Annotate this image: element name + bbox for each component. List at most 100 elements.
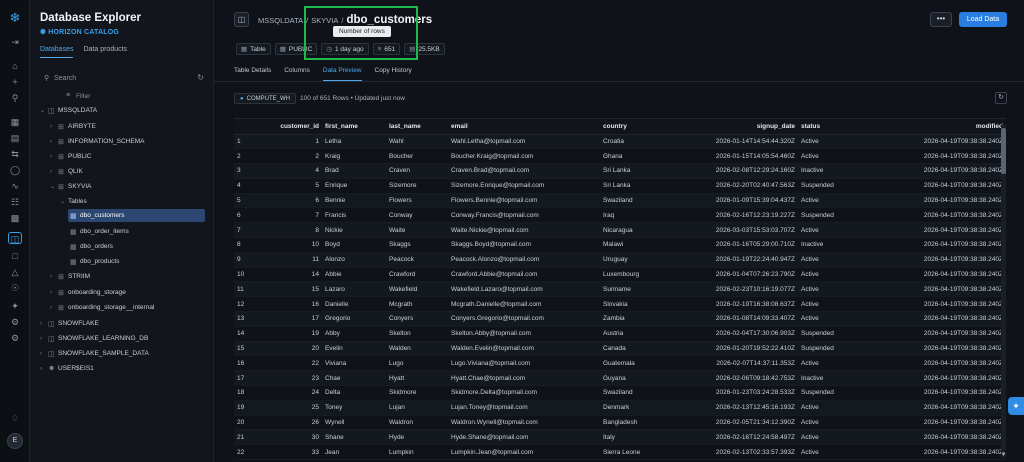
table-cell[interactable]: Active: [798, 148, 866, 165]
table-cell[interactable]: Walden.Evelin@topmail.com: [448, 341, 600, 357]
tree-item-dbo-orders[interactable]: ▦ dbo_orders: [70, 240, 113, 253]
table-cell[interactable]: Evelin: [322, 341, 386, 357]
column-header[interactable]: modified: [866, 119, 1006, 135]
table-cell[interactable]: 2026-04-19T09:38:38.240Z: [866, 178, 1006, 194]
table-cell[interactable]: 14: [270, 267, 322, 283]
table-cell[interactable]: 11: [234, 281, 270, 298]
table-cell[interactable]: Toney: [322, 400, 386, 416]
column-header[interactable]: email: [448, 119, 600, 135]
tab-columns[interactable]: Columns: [284, 67, 310, 81]
table-cell[interactable]: 2026-01-19T22:24:40.947Z: [684, 252, 798, 268]
table-cell[interactable]: Sierra Leone: [600, 444, 684, 461]
table-cell[interactable]: Hyde: [386, 429, 448, 446]
table-cell[interactable]: 16: [270, 296, 322, 313]
table-cell[interactable]: 7: [234, 222, 270, 239]
table-cell[interactable]: Viviana: [322, 355, 386, 372]
table-cell[interactable]: 2026-02-23T10:16:19.077Z: [684, 281, 798, 298]
table-cell[interactable]: 23: [270, 370, 322, 387]
table-cell[interactable]: 2026-04-19T09:38:38.240Z: [866, 326, 1006, 342]
table-cell[interactable]: Skidmore: [386, 385, 448, 401]
table-cell[interactable]: Mcgrath.Danielle@topmail.com: [448, 296, 600, 313]
table-cell[interactable]: 20: [270, 341, 322, 357]
table-cell[interactable]: Uruguay: [600, 252, 684, 268]
table-cell[interactable]: Hyatt: [386, 370, 448, 387]
load-data-button[interactable]: Load Data: [959, 12, 1007, 27]
table-cell[interactable]: Active: [798, 296, 866, 313]
table-cell[interactable]: 6: [234, 207, 270, 224]
table-row[interactable]: 15 20 Evelin Walden Walden.Evelin@topmail.co…: [234, 341, 1006, 357]
table-cell[interactable]: Suspended: [798, 326, 866, 342]
table-cell[interactable]: 2026-01-04T07:26:23.790Z: [684, 267, 798, 283]
table-cell[interactable]: 9: [234, 252, 270, 268]
ingestion-icon[interactable]: ⇆: [8, 148, 22, 160]
vertical-scrollbar[interactable]: ▼: [1001, 124, 1006, 458]
table-row[interactable]: 18 24 Delta Skidmore Skidmore.Delta@topmail.…: [234, 385, 1006, 401]
table-cell[interactable]: 2: [234, 148, 270, 165]
add-icon[interactable]: +: [8, 76, 22, 88]
table-cell[interactable]: Wahl.Letha@topmail.com: [448, 134, 600, 150]
tree-item-tables[interactable]: ⌄ Tables: [60, 195, 87, 208]
table-cell[interactable]: Active: [798, 267, 866, 283]
table-cell[interactable]: Ghana: [600, 148, 684, 165]
table-cell[interactable]: 2026-01-16T05:29:00.710Z: [684, 237, 798, 253]
table-cell[interactable]: Active: [798, 134, 866, 150]
table-cell[interactable]: Active: [798, 252, 866, 268]
notifications-icon[interactable]: ♢: [8, 412, 22, 424]
table-cell[interactable]: Danielle: [322, 296, 386, 313]
table-row[interactable]: 20 26 Wynell Waldron Waldron.Wynell@topmail.…: [234, 415, 1006, 431]
table-cell[interactable]: Chae: [322, 370, 386, 387]
table-cell[interactable]: 2026-02-16T12:23:19.227Z: [684, 207, 798, 224]
table-cell[interactable]: Crawford.Abbie@topmail.com: [448, 267, 600, 283]
tree-item-onboarding-storage[interactable]: › ⊞ onboarding_storage: [50, 286, 126, 299]
table-cell[interactable]: 2026-02-13T12:45:16.193Z: [684, 400, 798, 416]
table-row[interactable]: 21 30 Shane Hyde Hyde.Shane@topmail.com Italy…: [234, 429, 1006, 446]
table-row[interactable]: 13 17 Gregorio Conyers Conyers.Gregorio@topm…: [234, 311, 1006, 327]
table-cell[interactable]: Italy: [600, 429, 684, 446]
table-cell[interactable]: 12: [234, 296, 270, 313]
worksheets-icon[interactable]: ▤: [8, 132, 22, 144]
table-cell[interactable]: 2026-04-19T09:38:38.240Z: [866, 400, 1006, 416]
table-cell[interactable]: Inactive: [798, 370, 866, 387]
table-cell[interactable]: 2026-01-08T14:09:33.407Z: [684, 311, 798, 327]
collapse-sidebar-icon[interactable]: ⇥: [8, 36, 22, 48]
table-cell[interactable]: Lugo.Viviana@topmail.com: [448, 355, 600, 372]
table-cell[interactable]: Craven: [386, 163, 448, 179]
sharing-icon[interactable]: △: [8, 266, 22, 278]
tree-item-snowflake-learning-db[interactable]: › ◫ SNOWFLAKE_LEARNING_DB: [40, 332, 148, 345]
table-cell[interactable]: Suriname: [600, 281, 684, 298]
warehouse-selector[interactable]: ● COMPUTE_WH: [234, 93, 296, 104]
table-cell[interactable]: Active: [798, 222, 866, 239]
tree-item-onboarding-storage-internal[interactable]: › ⊞ onboarding_storage__internal: [50, 301, 154, 314]
table-row[interactable]: 8 10 Boyd Skaggs Skaggs.Boyd@topmail.com Mala…: [234, 237, 1006, 253]
table-row[interactable]: 19 25 Toney Lujan Lujan.Toney@topmail.com Den…: [234, 400, 1006, 416]
table-cell[interactable]: 2026-04-19T09:38:38.240Z: [866, 444, 1006, 461]
column-header[interactable]: country: [600, 119, 684, 135]
table-cell[interactable]: 22: [234, 444, 270, 461]
table-cell[interactable]: 2026-04-19T09:38:38.240Z: [866, 370, 1006, 387]
table-cell[interactable]: 4: [270, 163, 322, 179]
table-cell[interactable]: Boucher: [386, 148, 448, 165]
column-header[interactable]: status: [798, 119, 866, 135]
tree-item-skyvia[interactable]: ⌄ ⊞ SKYVIA: [50, 180, 91, 193]
marketplace-icon[interactable]: ☷: [8, 196, 22, 208]
table-cell[interactable]: Skidmore.Delta@topmail.com: [448, 385, 600, 401]
table-cell[interactable]: Francis: [322, 207, 386, 224]
table-cell[interactable]: Kraig: [322, 148, 386, 165]
table-cell[interactable]: 2026-04-19T09:38:38.240Z: [866, 311, 1006, 327]
table-cell[interactable]: 8: [270, 222, 322, 239]
table-row[interactable]: 6 7 Francis Conway Conway.Francis@topmail.co…: [234, 207, 1006, 224]
table-cell[interactable]: Hyatt.Chae@topmail.com: [448, 370, 600, 387]
tab-databases[interactable]: Databases: [40, 46, 74, 58]
table-cell[interactable]: 17: [234, 370, 270, 387]
table-cell[interactable]: Jean: [322, 444, 386, 461]
table-row[interactable]: 11 15 Lazaro Wakefield Wakefield.Lazaro@topm…: [234, 281, 1006, 298]
table-cell[interactable]: 21: [234, 429, 270, 446]
table-cell[interactable]: 17: [270, 311, 322, 327]
table-cell[interactable]: Skaggs.Boyd@topmail.com: [448, 237, 600, 253]
table-cell[interactable]: 15: [270, 281, 322, 298]
tree-item-dbo-customers[interactable]: ▦ dbo_customers: [68, 209, 205, 222]
table-cell[interactable]: 2026-01-20T19:52:22.410Z: [684, 341, 798, 357]
table-cell[interactable]: Lugo: [386, 355, 448, 372]
table-cell[interactable]: 2026-02-16T12:24:58.497Z: [684, 429, 798, 446]
snowflake-logo-icon[interactable]: ❄: [8, 11, 22, 24]
